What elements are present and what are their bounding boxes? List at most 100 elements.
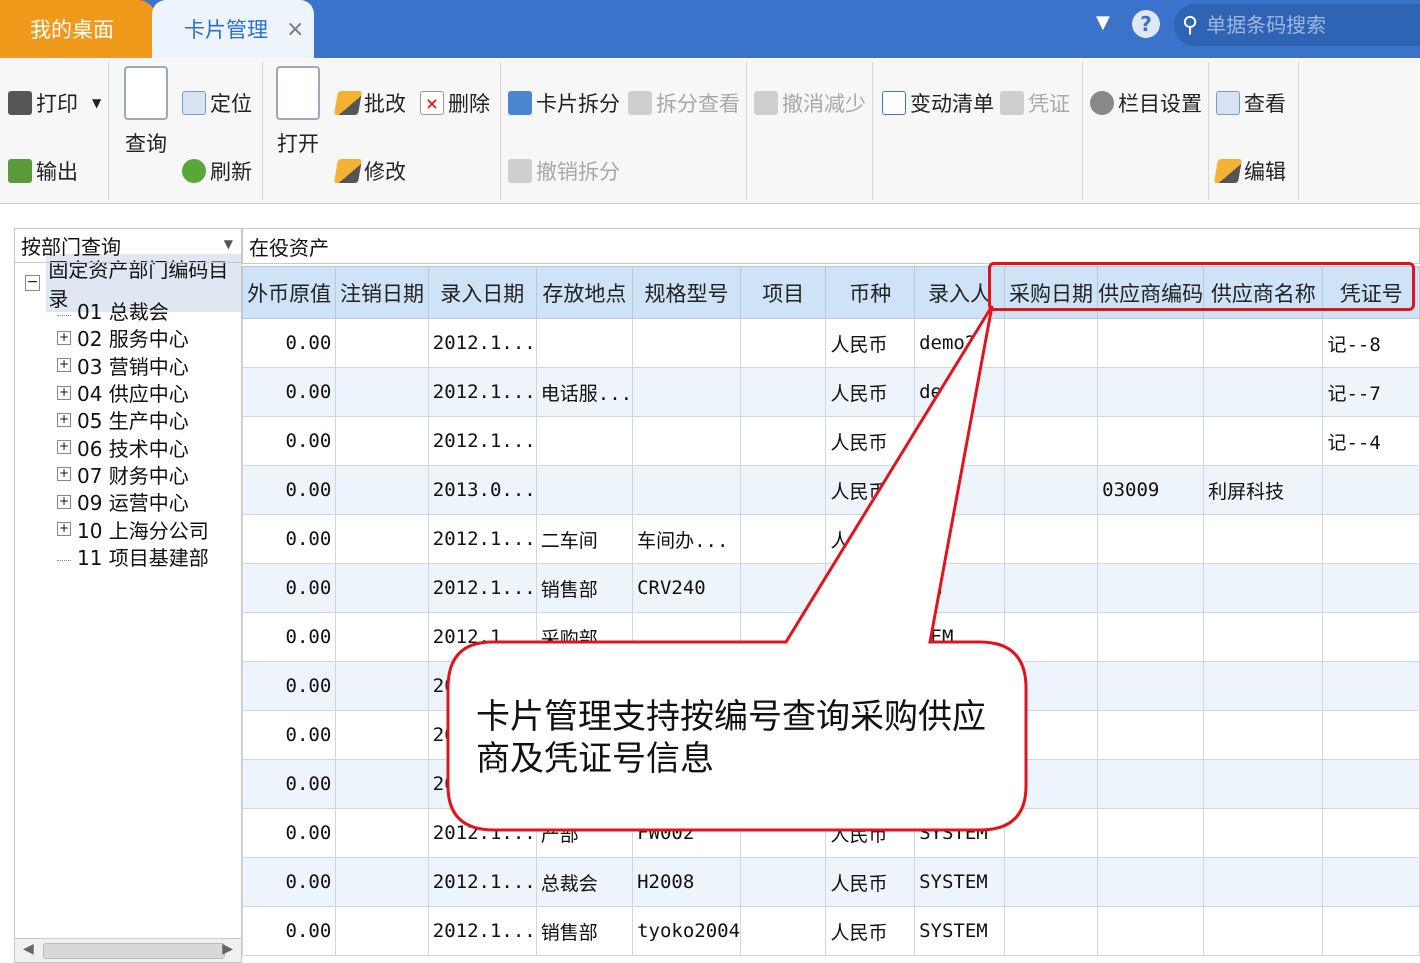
scroll-left-icon[interactable]: ◀ [23, 941, 34, 957]
table-cell [1322, 710, 1420, 760]
column-header[interactable]: 录入日期 [427, 266, 537, 319]
table-row[interactable]: 0.00 2012.1... 人民币 demo2 记--8 [242, 318, 1420, 368]
chevron-down-icon[interactable]: ▼ [1096, 12, 1110, 33]
tree-root[interactable]: − 固定资产部门编码目录 [15, 254, 241, 312]
department-panel: 按部门查询 ▼ − 固定资产部门编码目录 01 总裁会 +02 服务中心 +03 营… [14, 228, 242, 963]
tree-item-label: 01 总裁会 [77, 300, 169, 325]
table-cell [740, 857, 827, 907]
column-header[interactable]: 项目 [740, 266, 827, 319]
chevron-down-icon[interactable]: ▼ [224, 237, 233, 251]
search-input[interactable] [1206, 13, 1407, 37]
expand-icon[interactable]: + [57, 440, 71, 455]
tab-my-desktop[interactable]: 我的桌面 [0, 0, 156, 58]
tab-card-management[interactable]: 卡片管理 × [152, 0, 314, 58]
table-row[interactable]: 0.00 2012.1... 产部 FW002 人民币 SYSTEM [242, 808, 1420, 858]
table-cell [632, 416, 742, 466]
batch-edit-button[interactable]: 批改 [333, 88, 406, 118]
expand-icon[interactable]: + [57, 522, 71, 537]
view-button[interactable]: 查看 [1216, 88, 1286, 118]
column-header[interactable]: 规格型号 [632, 266, 742, 319]
table-row[interactable]: 0.00 2012.1... 电话服... 人民币 dem 记--7 [242, 367, 1420, 417]
help-icon[interactable]: ? [1132, 10, 1160, 38]
table-cell: FW002 [632, 808, 742, 858]
table-row[interactable]: 0.00 2012.1... 销售部 tyoko2004 人民币 SYSTEM [242, 906, 1420, 956]
refresh-button[interactable]: 刷新 [182, 156, 252, 186]
tree-item[interactable]: +06 技术中心 [15, 433, 241, 461]
modify-button[interactable]: 修改 [333, 156, 406, 186]
column-settings-button[interactable]: 栏目设置 [1090, 88, 1202, 118]
horizontal-scrollbar[interactable]: ◀ ▶ [15, 938, 241, 962]
table-cell [1003, 318, 1099, 368]
change-list-label: 变动清单 [910, 92, 994, 116]
tree-item[interactable]: +10 上海分公司 [15, 515, 241, 543]
table-row[interactable]: 0.00 2012.1... 人民币 记--4 [242, 416, 1420, 466]
tree-item[interactable]: +05 生产中心 [15, 406, 241, 433]
column-header[interactable]: 存放地点 [535, 266, 634, 319]
highlight-box [988, 262, 1415, 311]
table-cell [335, 514, 429, 564]
export-button[interactable]: 输出 [8, 156, 78, 186]
table-row[interactable]: 0.00 2012.1... 二车间 车间办... 人民 M [242, 514, 1420, 564]
table-cell [740, 906, 827, 956]
table-cell: 人民 [825, 514, 916, 564]
column-header[interactable]: 外币原值 [242, 266, 337, 319]
tree-item-label: 06 技术中心 [77, 436, 189, 461]
expand-icon[interactable]: + [57, 330, 71, 345]
undo-reduce-button[interactable]: 撤消减少 [754, 88, 866, 118]
table-row[interactable]: 0.00 2013.0... 人民币 03009 利屏科技 [242, 465, 1420, 515]
table-cell [1322, 759, 1420, 809]
edit-button[interactable]: 编辑 [1213, 156, 1286, 186]
expand-icon[interactable]: + [57, 467, 71, 482]
table-cell: 车间办... [632, 514, 742, 564]
print-button[interactable]: 打印 ▼ [8, 88, 101, 118]
card-split-button[interactable]: 卡片拆分 [508, 88, 620, 118]
table-cell [1203, 563, 1324, 613]
open-button[interactable]: 打开 [276, 66, 320, 158]
tree-item[interactable]: +04 供应中心 [15, 379, 241, 406]
scroll-right-icon[interactable]: ▶ [222, 941, 233, 957]
expand-icon[interactable]: + [57, 358, 71, 373]
toolbar-separator [746, 62, 747, 200]
change-list-button[interactable]: 变动清单 [882, 88, 994, 118]
column-header[interactable]: 注销日期 [335, 266, 429, 319]
column-header[interactable]: 币种 [825, 266, 916, 319]
table-cell: 人民币 [825, 808, 916, 858]
query-mode-select[interactable]: 按部门查询 ▼ [15, 229, 241, 263]
tree-item[interactable]: +07 财务中心 [15, 461, 241, 488]
table-cell: 人民币 [825, 465, 916, 515]
undo-split-icon [508, 159, 532, 183]
query-button[interactable]: 查询 [120, 66, 172, 158]
split-view-button[interactable]: 拆分查看 [628, 88, 740, 118]
table-cell [1203, 759, 1324, 809]
tree-item[interactable]: +03 营销中心 [15, 352, 241, 379]
expand-icon[interactable]: + [57, 494, 71, 509]
locate-label: 定位 [210, 92, 252, 116]
undo-split-button[interactable]: 撤销拆分 [508, 156, 620, 186]
chevron-down-icon[interactable]: ▼ [92, 96, 101, 110]
locate-button[interactable]: 定位 [182, 88, 252, 118]
expand-icon[interactable]: + [57, 412, 71, 427]
table-cell: 记--8 [1322, 318, 1420, 368]
table-cell [335, 710, 429, 760]
table-cell [1003, 612, 1099, 662]
edit-label: 编辑 [1244, 160, 1286, 184]
voucher-button[interactable]: 凭证 [1000, 88, 1070, 118]
card-split-label: 卡片拆分 [536, 92, 620, 116]
tree-item[interactable]: +02 服务中心 [15, 324, 241, 351]
table-row[interactable]: 0.00 2012.1... 总裁会 H2008 人民币 SYSTEM [242, 857, 1420, 907]
tree-item[interactable]: 11 项目基建部 [15, 543, 241, 570]
expand-icon[interactable]: + [57, 385, 71, 400]
table-row[interactable]: 0.00 2012.1... 销售部 CRV240 EM [242, 563, 1420, 613]
tree-item[interactable]: +09 运营中心 [15, 488, 241, 515]
scrollbar-thumb[interactable] [43, 943, 225, 959]
table-cell [1003, 906, 1099, 956]
delete-button[interactable]: × 删除 [420, 88, 490, 118]
collapse-icon[interactable]: − [25, 275, 41, 291]
column-settings-label: 栏目设置 [1118, 92, 1202, 116]
table-row[interactable]: 0.00 2012.1 采购部 TEM [242, 612, 1420, 662]
close-icon[interactable]: × [286, 17, 304, 42]
batch-edit-label: 批改 [364, 92, 406, 116]
search-icon[interactable]: ⚲ [1182, 13, 1198, 38]
card-split-icon [508, 91, 532, 115]
table-cell [740, 612, 827, 662]
